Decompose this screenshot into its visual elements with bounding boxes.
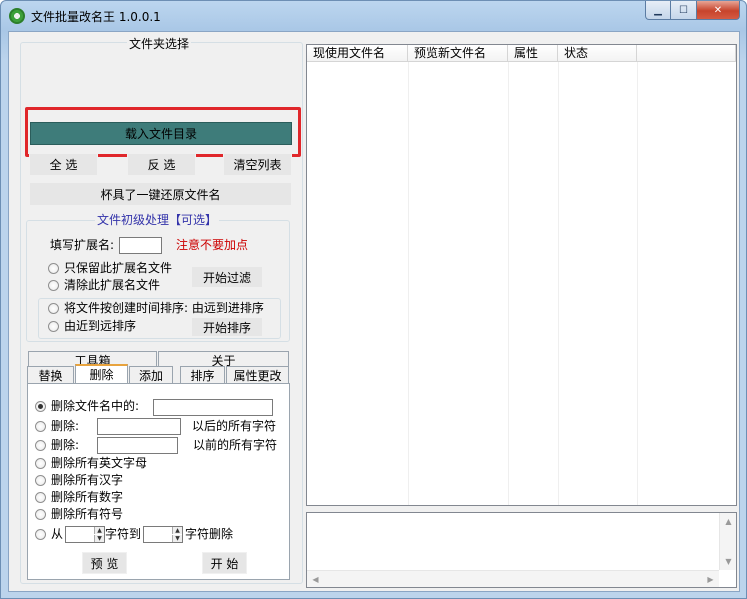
column-status[interactable]: 状态 [558,45,637,62]
file-list-header: 现使用文件名 预览新文件名 属性 状态 [307,45,736,62]
delete-symbols-radio[interactable] [35,509,46,520]
minimize-button[interactable]: ▁ [645,1,671,20]
main-window: 文件批量改名王 1.0.0.1 ▁ ☐ ✕ 文件夹选择 载入文件目录 全 选 反… [0,0,747,599]
invert-selection-button[interactable]: 反 选 [127,153,196,176]
delete-before-radio[interactable] [35,440,46,451]
delete-tab-page: 删除文件名中的: 删除: 以后的所有字符 删除: 以前的所有字符 删除所有英文字… [27,383,290,580]
delete-digits-label: 删除所有数字 [51,490,124,504]
basic-processing-legend: 文件初级处理【可选】 [95,213,220,227]
delete-chinese-radio[interactable] [35,475,46,486]
close-icon: ✕ [713,4,723,16]
spin-down-icon[interactable]: ▼ [94,535,104,542]
clear-list-button[interactable]: 清空列表 [223,153,292,176]
spin-up-icon[interactable]: ▲ [94,527,104,534]
sort-far-near-label: 将文件按创建时间排序: 由远到进排序 [64,301,264,315]
remove-ext-radio[interactable] [48,280,59,291]
sort-near-far-label: 由近到远排序 [64,319,137,333]
maximize-icon: ☐ [679,4,688,16]
restore-names-button[interactable]: 杯具了一键还原文件名 [29,182,292,206]
start-button[interactable]: 开 始 [202,552,247,574]
delete-contains-radio[interactable] [35,401,46,412]
file-list[interactable]: 现使用文件名 预览新文件名 属性 状态 [306,44,737,506]
start-sort-button[interactable]: 开始排序 [191,317,263,337]
title-bar[interactable]: 文件批量改名王 1.0.0.1 ▁ ☐ ✕ [1,1,746,31]
column-divider [408,62,409,505]
delete-after-input[interactable] [97,418,181,435]
ext-label: 填写扩展名: [50,238,115,252]
client-area: 文件夹选择 载入文件目录 全 选 反 选 清空列表 杯具了一键还原文件名 文件初… [8,31,740,592]
scroll-right-icon[interactable]: ▶ [702,571,719,588]
log-textarea[interactable]: ▲ ▼ ◀ ▶ [306,512,737,588]
scroll-down-icon[interactable]: ▼ [720,553,737,570]
tab-add[interactable]: 添加 [129,366,173,383]
tab-sort[interactable]: 排序 [180,366,225,383]
sort-near-far-radio[interactable] [48,321,59,332]
delete-after-prefix: 删除: [51,419,80,433]
preview-button[interactable]: 预 览 [82,552,127,574]
column-divider [508,62,509,505]
scroll-up-icon[interactable]: ▲ [720,513,737,530]
spin-up-icon[interactable]: ▲ [172,527,182,534]
delete-digits-radio[interactable] [35,492,46,503]
folder-select-legend: 文件夹选择 [127,37,192,51]
delete-after-suffix: 以后的所有字符 [192,419,277,433]
keep-ext-radio[interactable] [48,263,59,274]
delete-english-radio[interactable] [35,458,46,469]
delete-range-from: 从 [51,527,64,541]
keep-ext-label: 只保留此扩展名文件 [64,261,173,275]
delete-before-prefix: 删除: [51,438,80,452]
column-preview-name[interactable]: 预览新文件名 [408,45,508,62]
range-start-spinner[interactable]: ▲ ▼ [65,526,105,543]
delete-before-input[interactable] [97,437,178,454]
vertical-scrollbar[interactable]: ▲ ▼ [719,513,736,570]
close-button[interactable]: ✕ [697,1,740,20]
select-all-button[interactable]: 全 选 [29,153,98,176]
delete-english-label: 删除所有英文字母 [51,456,148,470]
column-current-name[interactable]: 现使用文件名 [307,45,408,62]
tab-attributes[interactable]: 属性更改 [226,366,289,383]
column-filler [637,45,736,62]
caption-buttons: ▁ ☐ ✕ [645,1,740,20]
column-attributes[interactable]: 属性 [508,45,558,62]
sort-far-near-radio[interactable] [48,303,59,314]
delete-range-to: 字符到 [105,527,142,541]
delete-range-radio[interactable] [35,529,46,540]
ext-warning: 注意不要加点 [176,238,249,252]
column-divider [558,62,559,505]
window-title: 文件批量改名王 1.0.0.1 [31,10,161,24]
minimize-icon: ▁ [654,4,662,16]
delete-before-suffix: 以前的所有字符 [193,438,278,452]
remove-ext-label: 清除此扩展名文件 [64,278,161,292]
scroll-left-icon[interactable]: ◀ [307,571,324,588]
range-end-spinner[interactable]: ▲ ▼ [143,526,183,543]
spin-down-icon[interactable]: ▼ [172,535,182,542]
app-icon [9,8,25,24]
delete-symbols-label: 删除所有符号 [51,507,124,521]
column-divider [637,62,638,505]
horizontal-scrollbar[interactable]: ◀ ▶ [307,570,719,587]
delete-chinese-label: 删除所有汉字 [51,473,124,487]
delete-after-radio[interactable] [35,421,46,432]
start-filter-button[interactable]: 开始过滤 [191,266,263,288]
delete-contains-input[interactable] [153,399,273,416]
delete-contains-label: 删除文件名中的: [51,399,140,413]
ext-input[interactable] [119,237,162,254]
load-folder-button[interactable]: 载入文件目录 [30,122,292,145]
tab-delete[interactable]: 删除 [75,364,128,383]
tab-replace[interactable]: 替换 [27,366,74,383]
delete-range-end: 字符删除 [185,527,234,541]
maximize-button[interactable]: ☐ [671,1,697,20]
